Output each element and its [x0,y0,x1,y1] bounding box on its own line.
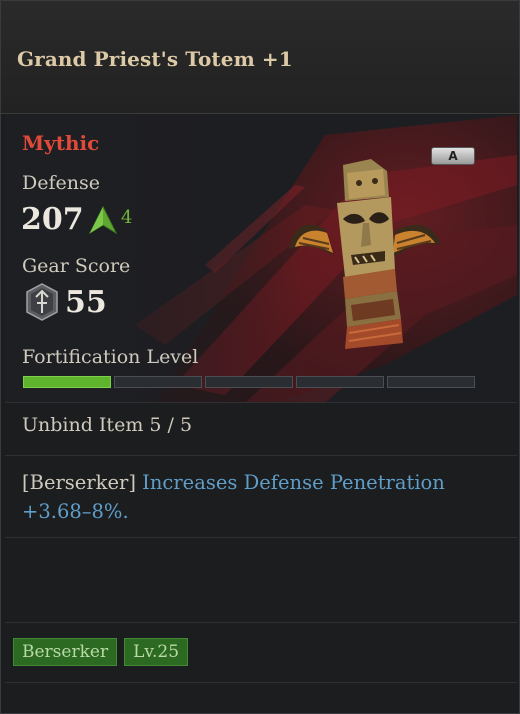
item-effect: [Berserker] Increases Defense Penetratio… [22,468,502,526]
fortification-segment [114,376,202,388]
stat-increase-icon [89,206,117,234]
fortification-bar [23,376,475,388]
level-tag: Lv.25 [124,638,189,666]
item-hero-panel: Mythic Defense 207 4 Gear Score 55 Forti… [5,115,517,403]
fortification-segment [296,376,384,388]
divider [5,622,517,623]
defense-label: Defense [22,172,100,194]
divider [5,455,517,456]
fortification-segment [205,376,293,388]
gear-score-label: Gear Score [22,255,131,277]
class-tag: Berserker [13,638,118,666]
item-tags: Berserker Lv.25 [13,638,189,666]
effect-value: +3.68–8%. [22,500,129,523]
divider [5,537,517,538]
gear-score-value: 55 [65,285,107,320]
gear-score-icon [26,283,58,321]
defense-value: 207 [21,202,84,237]
divider [5,682,517,683]
unbind-status: Unbind Item 5 / 5 [22,414,193,436]
item-tooltip: Grand Priest's Totem +1 Mythic Defense 2… [0,0,520,714]
item-name: Grand Priest's Totem +1 [17,47,293,71]
divider [5,402,517,403]
totem-icon [289,159,441,349]
effect-class: [Berserker] [22,471,136,494]
fortification-label: Fortification Level [22,346,199,368]
fortification-segment [23,376,111,388]
rarity-label: Mythic [22,131,100,155]
effect-text: Increases Defense Penetration [142,471,445,494]
tooltip-header: Grand Priest's Totem +1 [1,1,519,114]
fortification-segment [387,376,475,388]
defense-delta: 4 [121,207,133,228]
